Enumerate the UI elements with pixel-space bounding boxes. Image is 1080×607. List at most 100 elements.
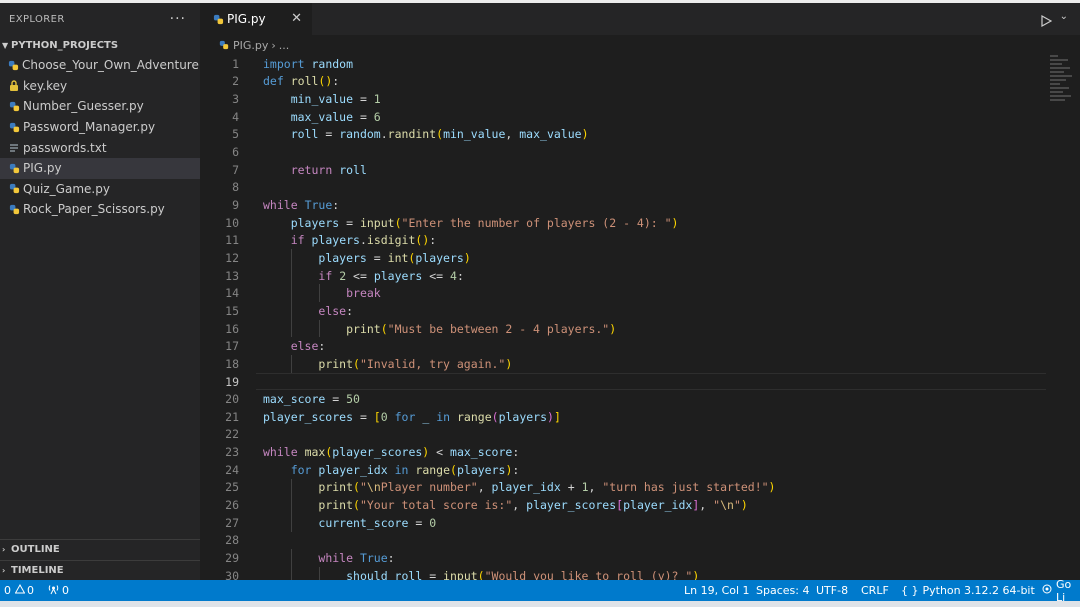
problems-indicator[interactable]: 0 0 bbox=[4, 580, 34, 601]
line-number: 16 bbox=[225, 321, 239, 336]
file-item[interactable]: Password_Manager.py bbox=[0, 117, 200, 138]
code-line[interactable]: 17 else: bbox=[200, 337, 1080, 355]
file-name: key.key bbox=[23, 78, 68, 93]
tab-pig-py[interactable]: PIG.py ✕ bbox=[200, 3, 312, 35]
code-text: else: bbox=[318, 303, 354, 318]
indentation[interactable]: Spaces: 4 bbox=[756, 580, 809, 601]
run-icon[interactable] bbox=[1041, 12, 1053, 31]
line-number: 20 bbox=[225, 392, 239, 407]
explorer-sidebar: EXPLORER ··· ▼ PYTHON_PROJECTS Choose_Yo… bbox=[0, 3, 217, 580]
code-text: print("Must be between 2 - 4 players.") bbox=[346, 321, 617, 336]
code-text: players = int(players) bbox=[318, 250, 471, 265]
code-line[interactable]: 10 players = input("Enter the number of … bbox=[200, 214, 1080, 232]
code-line[interactable]: 14 break bbox=[200, 284, 1080, 302]
code-line[interactable]: 11 if players.isdigit(): bbox=[200, 232, 1080, 250]
code-line[interactable]: 9 while True: bbox=[200, 196, 1080, 214]
python-interpreter[interactable]: 3.12.2 64-bit bbox=[964, 580, 1035, 601]
code-line[interactable]: 4 max_value = 6 bbox=[200, 108, 1080, 126]
code-line[interactable]: 26 print("Your total score is:", player_… bbox=[200, 496, 1080, 514]
line-number: 4 bbox=[232, 109, 239, 124]
code-line[interactable]: 29 while True: bbox=[200, 549, 1080, 567]
line-number: 10 bbox=[225, 215, 239, 230]
code-line[interactable]: 25 print("\nPlayer number", player_idx +… bbox=[200, 479, 1080, 497]
python-icon bbox=[8, 203, 20, 215]
line-number: 18 bbox=[225, 356, 239, 371]
close-icon[interactable]: ✕ bbox=[291, 11, 302, 26]
code-line[interactable]: 3 min_value = 1 bbox=[200, 90, 1080, 108]
line-number: 14 bbox=[225, 286, 239, 301]
code-line[interactable]: 23 while max(player_scores) < max_score: bbox=[200, 443, 1080, 461]
code-line[interactable]: 7 return roll bbox=[200, 161, 1080, 179]
antenna-icon bbox=[48, 584, 59, 598]
line-ending[interactable]: CRLF bbox=[861, 580, 889, 601]
code-line[interactable]: 13 if 2 <= players <= 4: bbox=[200, 267, 1080, 285]
indent-guide bbox=[291, 266, 292, 285]
file-item[interactable]: key.key bbox=[0, 76, 200, 97]
code-line[interactable]: 2 def roll(): bbox=[200, 73, 1080, 91]
python-icon bbox=[8, 162, 20, 174]
line-number: 5 bbox=[232, 127, 239, 142]
code-line[interactable]: 21 player_scores = [0 for _ in range(play… bbox=[200, 408, 1080, 426]
indent-guide bbox=[319, 284, 320, 303]
folder-python-projects[interactable]: ▼ PYTHON_PROJECTS bbox=[0, 35, 200, 55]
file-item[interactable]: Choose_Your_Own_Adventure.py bbox=[0, 55, 217, 76]
file-item[interactable]: Quiz_Game.py bbox=[0, 179, 200, 200]
code-line[interactable]: 16 print("Must be between 2 - 4 players.… bbox=[200, 320, 1080, 338]
go-live-button[interactable]: Go Li bbox=[1042, 578, 1080, 604]
file-name: Number_Guesser.py bbox=[23, 99, 144, 114]
line-number: 13 bbox=[225, 268, 239, 283]
chevron-down-icon[interactable]: ⌄ bbox=[1060, 11, 1068, 22]
code-text: import random bbox=[263, 56, 354, 71]
tab-bar: PIG.py ✕ ⌄ bbox=[200, 3, 1080, 35]
line-number: 22 bbox=[225, 427, 239, 442]
more-actions-icon[interactable]: ··· bbox=[170, 11, 186, 27]
explorer-header: EXPLORER ··· bbox=[0, 3, 200, 35]
code-line[interactable]: 1 import random bbox=[200, 55, 1080, 73]
line-number: 17 bbox=[225, 339, 239, 354]
file-item[interactable]: Number_Guesser.py bbox=[0, 96, 200, 117]
status-bar: 0 0 0 Ln 19, Col 1 Spaces: 4 UTF-8 CRLF … bbox=[0, 578, 1080, 604]
code-line[interactable]: 12 players = int(players) bbox=[200, 249, 1080, 267]
file-name: Quiz_Game.py bbox=[23, 181, 110, 196]
code-line[interactable]: 6 bbox=[200, 143, 1080, 161]
breadcrumb-file[interactable]: PIG.py bbox=[233, 39, 268, 52]
language-mode[interactable]: { } Python bbox=[901, 580, 961, 601]
python-icon bbox=[218, 39, 230, 51]
file-item[interactable]: passwords.txt bbox=[0, 137, 200, 158]
code-line[interactable]: 27 current_score = 0 bbox=[200, 514, 1080, 532]
minimap[interactable] bbox=[1050, 55, 1072, 115]
code-line[interactable]: 8 bbox=[200, 179, 1080, 197]
code-line[interactable]: 28 bbox=[200, 532, 1080, 550]
warning-count: 0 bbox=[27, 584, 34, 597]
breadcrumb-symbols[interactable]: ... bbox=[279, 39, 290, 52]
line-number: 21 bbox=[225, 409, 239, 424]
python-icon bbox=[8, 183, 20, 195]
code-line[interactable]: 20 max_score = 50 bbox=[200, 390, 1080, 408]
code-editor[interactable]: 1 import random 2 def roll(): 3 min_value = … bbox=[200, 55, 1080, 580]
code-text: min_value = 1 bbox=[290, 92, 381, 107]
file-item[interactable]: PIG.py bbox=[0, 157, 200, 179]
timeline-section[interactable]: › TIMELINE bbox=[0, 560, 200, 580]
code-line[interactable]: 5 roll = random.randint(min_value, max_v… bbox=[200, 126, 1080, 144]
code-line[interactable]: 18 print("Invalid, try again.") bbox=[200, 355, 1080, 373]
timeline-label: TIMELINE bbox=[11, 565, 64, 576]
file-list: Choose_Your_Own_Adventure.py key.key Numbe… bbox=[0, 55, 217, 220]
indent-guide bbox=[291, 496, 292, 514]
file-name: passwords.txt bbox=[23, 140, 107, 155]
code-text: player_scores = [0 for _ in range(player… bbox=[263, 409, 561, 424]
encoding[interactable]: UTF-8 bbox=[816, 580, 848, 601]
code-line[interactable]: 19 bbox=[200, 373, 1080, 391]
file-item[interactable]: Rock_Paper_Scissors.py bbox=[0, 199, 200, 220]
ports-indicator[interactable]: 0 bbox=[48, 580, 69, 601]
code-line[interactable]: 22 bbox=[200, 426, 1080, 444]
code-line[interactable]: 24 for player_idx in range(players): bbox=[200, 461, 1080, 479]
indent-guide bbox=[291, 249, 292, 267]
code-text: max_value = 6 bbox=[290, 109, 381, 124]
code-line[interactable]: 30 should_roll = input("Would you like t… bbox=[200, 567, 1080, 580]
indent-guide bbox=[291, 302, 292, 320]
code-text: print("\nPlayer number", player_idx + 1,… bbox=[318, 480, 776, 495]
outline-section[interactable]: › OUTLINE bbox=[0, 539, 200, 559]
cursor-position[interactable]: Ln 19, Col 1 bbox=[684, 580, 750, 601]
python-icon bbox=[212, 13, 224, 25]
code-line[interactable]: 15 else: bbox=[200, 302, 1080, 320]
